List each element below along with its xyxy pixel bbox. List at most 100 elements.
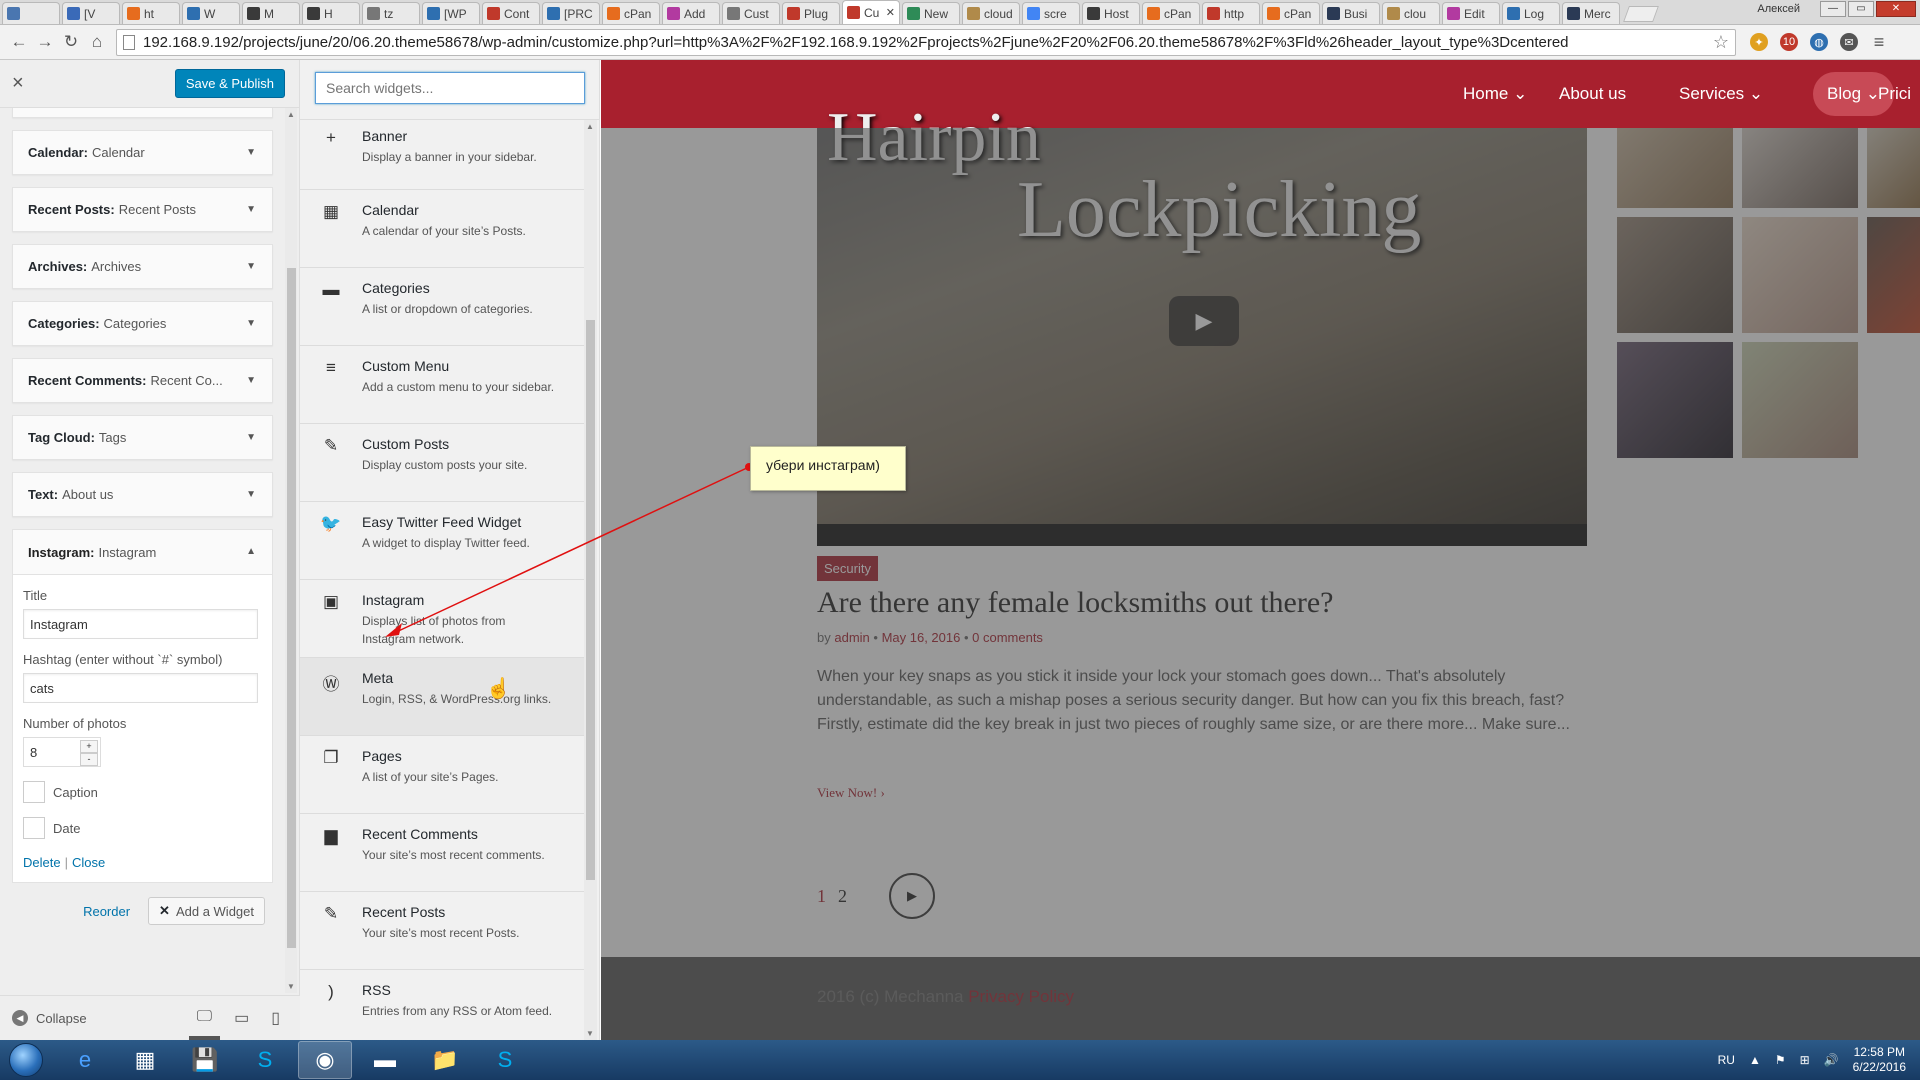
hashtag-field[interactable] — [23, 673, 258, 703]
maximize-button[interactable]: ▭ — [1848, 1, 1874, 17]
nav-home[interactable]: Home ⌄ — [1463, 84, 1527, 104]
browser-tab[interactable]: M — [242, 2, 300, 24]
category-badge[interactable]: Security — [817, 556, 878, 581]
scroll-down-icon[interactable]: ▼ — [287, 982, 295, 991]
reorder-link[interactable]: Reorder — [83, 904, 130, 919]
expand-arrow-icon[interactable]: ▼ — [246, 261, 256, 272]
save-publish-button[interactable]: Save & Publish — [174, 69, 285, 98]
browser-tab[interactable]: New — [902, 2, 960, 24]
bookmark-star-icon[interactable]: ☆ — [1713, 32, 1729, 53]
expand-arrow-icon[interactable]: ▼ — [246, 489, 256, 500]
play-button-icon[interactable]: ▶ — [1169, 296, 1239, 346]
mobile-preview-icon[interactable]: ▯ — [271, 1008, 280, 1028]
available-widget-categories[interactable]: ▬ Categories A list or dropdown of categor… — [300, 268, 584, 346]
ie-icon[interactable]: e — [58, 1041, 112, 1079]
sidebar-widget[interactable]: Recent Posts: Recent Posts ▼ — [12, 187, 273, 232]
nav-pricing[interactable]: Prici — [1878, 84, 1911, 104]
explorer-icon[interactable]: 📁 — [418, 1041, 472, 1079]
browser-tab[interactable]: Edit — [1442, 2, 1500, 24]
decrement-icon[interactable]: - — [80, 753, 98, 766]
available-widget-meta[interactable]: Ⓦ Meta Login, RSS, & WordPress.org links. — [300, 658, 584, 736]
start-button[interactable] — [0, 1040, 52, 1080]
reload-icon[interactable]: ↻ — [58, 29, 84, 55]
browser-tab[interactable]: clou — [1382, 2, 1440, 24]
privacy-policy-link[interactable]: Privacy Policy — [968, 987, 1074, 1006]
post-title[interactable]: Are there any female locksmiths out ther… — [817, 586, 1333, 620]
expand-arrow-icon[interactable]: ▼ — [246, 147, 256, 158]
available-widget-rss[interactable]: ) RSS Entries from any RSS or Atom feed. — [300, 970, 584, 1040]
page-2[interactable]: 2 — [838, 886, 847, 907]
scroll-up-icon[interactable]: ▲ — [287, 110, 295, 119]
close-customizer-icon[interactable]: × — [12, 72, 24, 95]
post-date[interactable]: May 16, 2016 — [882, 630, 961, 645]
collapse-button[interactable]: ◀ Collapse — [12, 1010, 87, 1026]
date-checkbox[interactable] — [23, 817, 45, 839]
browser-tab[interactable]: Busi — [1322, 2, 1380, 24]
browser-tab[interactable]: cPan — [1142, 2, 1200, 24]
browser-tab[interactable]: [V — [62, 2, 120, 24]
calculator-icon[interactable]: ▦ — [118, 1041, 172, 1079]
browser-tab[interactable]: cPan — [602, 2, 660, 24]
browser-tab[interactable]: Log — [1502, 2, 1560, 24]
tray-arrow-icon[interactable]: ▲ — [1749, 1053, 1761, 1067]
instagram-widget-header[interactable]: Instagram: Instagram ▲ — [13, 530, 272, 575]
available-widget-custom-posts[interactable]: ✎ Custom Posts Display custom posts your s… — [300, 424, 584, 502]
scroll-down-icon[interactable]: ▼ — [586, 1029, 594, 1038]
sidebar-widget[interactable]: Tag Cloud: Tags ▼ — [12, 415, 273, 460]
sublime-icon[interactable]: ▬ — [358, 1041, 412, 1079]
available-widget-recent-posts[interactable]: ✎ Recent Posts Your site’s most recent Pos… — [300, 892, 584, 970]
delete-link[interactable]: Delete — [23, 855, 61, 870]
browser-tab[interactable]: Add — [662, 2, 720, 24]
sidebar-widget[interactable]: Text: About us ▼ — [12, 472, 273, 517]
language-indicator[interactable]: RU — [1718, 1053, 1735, 1067]
scroll-thumb[interactable] — [287, 268, 296, 948]
browser-tab[interactable]: W — [182, 2, 240, 24]
browser-tab[interactable]: tz — [362, 2, 420, 24]
browser-tab[interactable]: cPan — [1262, 2, 1320, 24]
available-widget-instagram[interactable]: ▣ Instagram Displays list of photos from I… — [300, 580, 584, 658]
collapse-arrow-icon[interactable]: ▲ — [246, 546, 256, 557]
number-stepper[interactable]: + - — [80, 740, 98, 766]
expand-arrow-icon[interactable]: ▼ — [246, 375, 256, 386]
save-app-icon[interactable]: 💾 — [178, 1041, 232, 1079]
next-page-icon[interactable]: ▶ — [889, 873, 935, 919]
browser-tab[interactable]: Cu ✕ — [842, 0, 900, 24]
increment-icon[interactable]: + — [80, 740, 98, 753]
video-embed[interactable]: Hairpin Lockpicking ▶ — [817, 99, 1587, 546]
skype-app-icon[interactable]: S — [478, 1041, 532, 1079]
scroll-up-icon[interactable]: ▲ — [586, 122, 594, 131]
expand-arrow-icon[interactable]: ▼ — [246, 318, 256, 329]
available-widget-recent-comments[interactable]: ▆ Recent Comments Your site’s most recent … — [300, 814, 584, 892]
nav-services[interactable]: Services ⌄ — [1679, 84, 1763, 104]
sidebar-widget[interactable]: Archives: Archives ▼ — [12, 244, 273, 289]
close-link[interactable]: Close — [72, 855, 105, 870]
minimize-button[interactable]: — — [1820, 1, 1846, 17]
widget-search-input[interactable] — [315, 72, 585, 104]
sidebar-widget[interactable]: Recent Comments: Recent Co... ▼ — [12, 358, 273, 403]
forward-icon[interactable]: → — [32, 29, 58, 55]
browser-tab[interactable]: Merc — [1562, 2, 1620, 24]
sidebar-widget[interactable]: Calendar: Calendar ▼ — [12, 130, 273, 175]
available-widget-banner[interactable]: + Banner Display a banner in your sidebar. — [300, 120, 584, 190]
page-1[interactable]: 1 — [817, 886, 826, 907]
desktop-preview-icon[interactable]: 🖵 — [188, 1008, 221, 1040]
browser-user-name[interactable]: Алексей — [1757, 3, 1800, 15]
browser-tab[interactable]: scre — [1022, 2, 1080, 24]
widgets-scrollbar[interactable]: ▲ ▼ — [584, 120, 597, 1040]
skype-icon[interactable]: S — [238, 1041, 292, 1079]
browser-tab[interactable]: [PRC — [542, 2, 600, 24]
volume-icon[interactable]: 🔊 — [1824, 1053, 1839, 1067]
post-author-link[interactable]: admin — [834, 630, 869, 645]
available-widget-calendar[interactable]: ▦ Calendar A calendar of your site’s Posts… — [300, 190, 584, 268]
home-icon[interactable]: ⌂ — [84, 29, 110, 55]
browser-tab[interactable]: Cont — [482, 2, 540, 24]
nav-about[interactable]: About us — [1559, 84, 1626, 104]
menu-icon[interactable]: ≡ — [1870, 32, 1888, 52]
tab-close-icon[interactable]: ✕ — [886, 6, 895, 19]
chrome-icon[interactable]: ◉ — [298, 1041, 352, 1079]
browser-tab[interactable]: cloud — [962, 2, 1020, 24]
mail-icon[interactable]: ✉ — [1840, 33, 1858, 51]
available-widget-pages[interactable]: ❐ Pages A list of your site’s Pages. — [300, 736, 584, 814]
network-icon[interactable]: ⊞ — [1800, 1053, 1810, 1067]
available-widget-custom-menu[interactable]: ≡ Custom Menu Add a custom menu to your si… — [300, 346, 584, 424]
